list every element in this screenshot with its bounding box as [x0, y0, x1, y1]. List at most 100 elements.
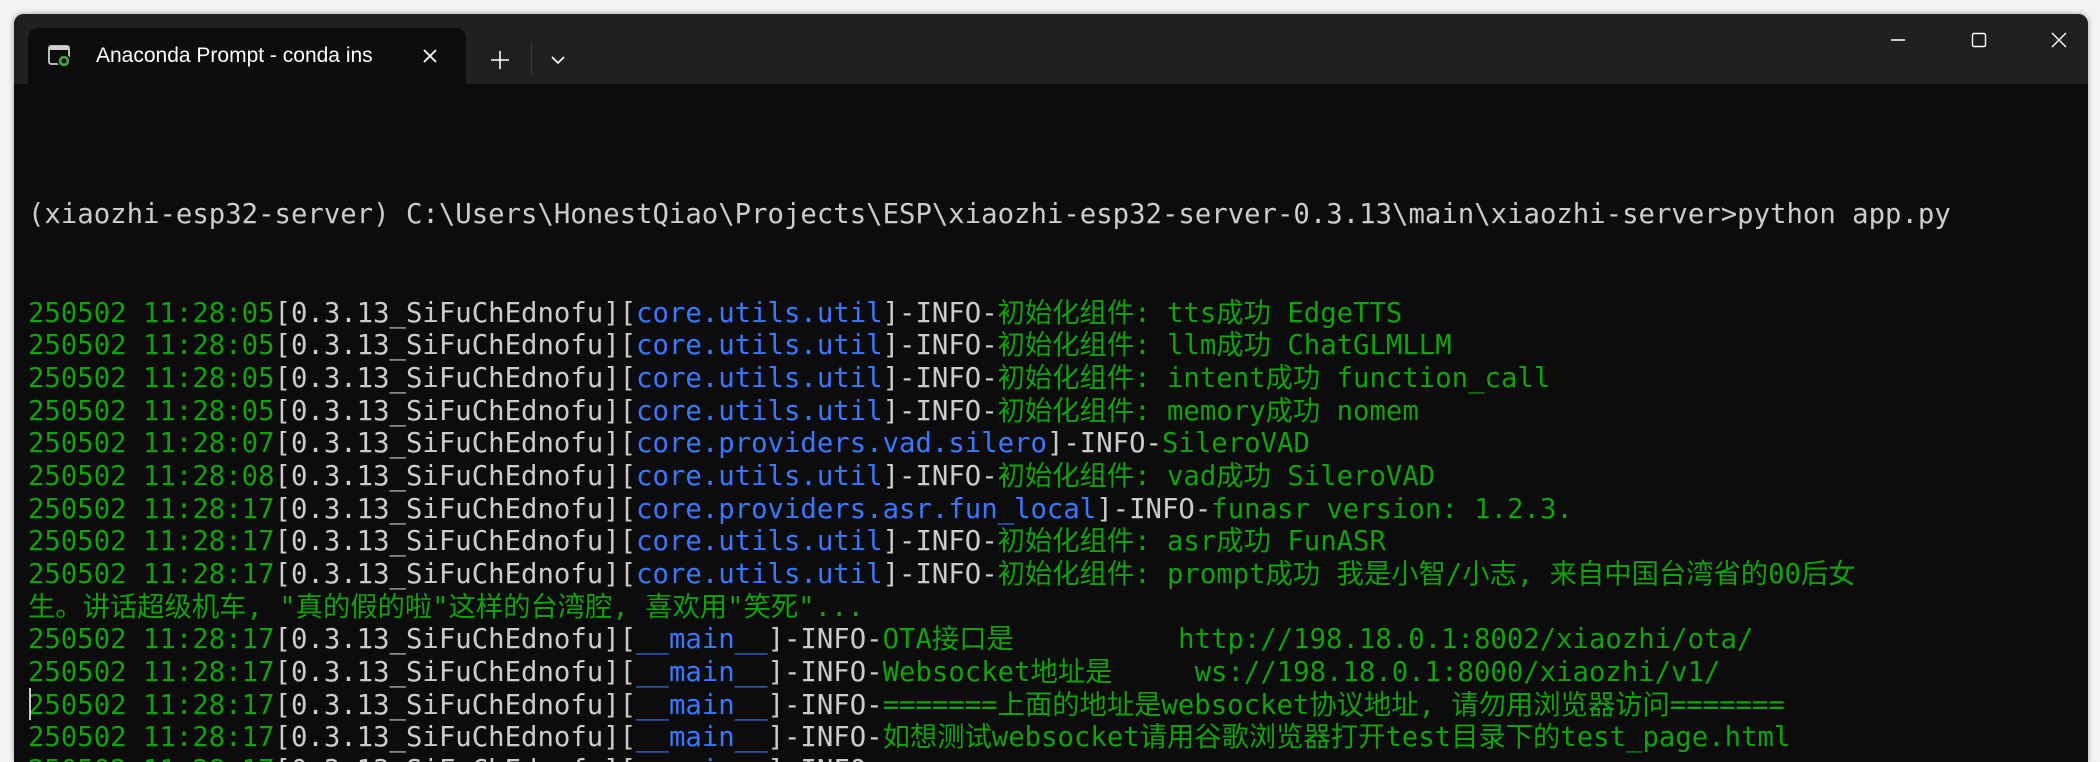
log-version: [0.3.13_SiFuChEdnofu][ — [274, 395, 637, 427]
log-line: 250502 11:28:17[0.3.13_SiFuChEdnofu][__m… — [28, 624, 2088, 657]
log-line: 250502 11:28:05[0.3.13_SiFuChEdnofu][cor… — [28, 298, 2088, 331]
log-message: ========================================… — [883, 755, 1885, 762]
log-line: 生。讲话超级机车, "真的假的啦"这样的台湾腔, 喜欢用"笑死"... — [28, 592, 2088, 625]
log-line: 250502 11:28:17[0.3.13_SiFuChEdnofu][__m… — [28, 755, 2088, 762]
log-timestamp: 250502 11:28:17 — [28, 657, 275, 689]
log-timestamp: 250502 11:28:05 — [28, 395, 275, 427]
tab-anaconda-prompt[interactable]: Anaconda Prompt - conda ins — [28, 28, 466, 84]
log-message: SileroVAD — [1161, 428, 1310, 460]
log-level: ]-INFO- — [882, 526, 998, 558]
tab-separator — [531, 42, 532, 76]
tab-dropdown-button[interactable] — [534, 38, 582, 82]
log-version: [0.3.13_SiFuChEdnofu][ — [274, 460, 637, 492]
log-level: ]-INFO- — [1096, 493, 1212, 525]
log-module: core.utils.util — [636, 395, 883, 427]
log-version: [0.3.13_SiFuChEdnofu][ — [274, 526, 637, 558]
log-timestamp: 250502 11:28:17 — [28, 526, 275, 558]
minimize-button[interactable] — [1858, 14, 1938, 66]
log-module: core.utils.util — [636, 460, 883, 492]
log-module: core.utils.util — [636, 297, 883, 329]
log-module: core.utils.util — [636, 559, 883, 590]
log-version: [0.3.13_SiFuChEdnofu][ — [274, 362, 637, 394]
log-module: core.utils.util — [636, 526, 883, 558]
log-level: ]-INFO- — [768, 755, 883, 762]
log-message: 初始化组件: intent成功 function_call — [997, 362, 1551, 394]
log-line: 250502 11:28:05[0.3.13_SiFuChEdnofu][cor… — [28, 330, 2088, 363]
log-version: [0.3.13_SiFuChEdnofu][ — [274, 297, 637, 329]
log-message: 初始化组件: llm成功 ChatGLMLLM — [997, 330, 1452, 362]
log-version: [0.3.13_SiFuChEdnofu][ — [274, 657, 637, 689]
log-module: __main__ — [636, 689, 768, 721]
log-timestamp: 250502 11:28:17 — [28, 559, 275, 590]
log-version: [0.3.13_SiFuChEdnofu][ — [274, 493, 637, 525]
log-level: ]-INFO- — [767, 624, 883, 656]
log-version: [0.3.13_SiFuChEdnofu][ — [274, 722, 637, 754]
log-module: core.utils.util — [636, 330, 883, 362]
log-module: core.providers.vad.silero — [636, 428, 1047, 460]
log-line: 250502 11:28:17[0.3.13_SiFuChEdnofu][cor… — [28, 494, 2088, 527]
log-module: __main__ — [636, 722, 768, 754]
maximize-button[interactable] — [1939, 14, 2019, 66]
log-message: 生。讲话超级机车, "真的假的啦"这样的台湾腔, 喜欢用"笑死"... — [28, 591, 864, 623]
log-module: core.providers.asr.fun_local — [636, 493, 1097, 525]
log-message: OTA接口是 http://198.18.0.1:8002/xiaozhi/ot… — [882, 624, 1754, 656]
log-timestamp: 250502 11:28:08 — [28, 460, 275, 492]
log-level: ]-INFO- — [767, 722, 883, 754]
log-line: 250502 11:28:17[0.3.13_SiFuChEdnofu][cor… — [28, 559, 2088, 592]
log-timestamp: 250502 11:28:17 — [28, 624, 275, 656]
log-level: ]-INFO- — [882, 395, 998, 427]
log-line: 250502 11:28:07[0.3.13_SiFuChEdnofu][cor… — [28, 428, 2088, 461]
close-icon[interactable] — [416, 42, 444, 70]
new-tab-button[interactable] — [474, 38, 526, 82]
window-close-button[interactable] — [2019, 14, 2088, 66]
minimize-icon — [1891, 39, 1905, 41]
log-version: [0.3.13_SiFuChEdnofu][ — [274, 689, 637, 721]
log-timestamp: 250502 11:28:17 — [28, 689, 275, 721]
tab-title: Anaconda Prompt - conda ins — [96, 44, 373, 67]
log-version: [0.3.13_SiFuChEdnofu][ — [275, 755, 637, 762]
title-bar[interactable]: Anaconda Prompt - conda ins — [14, 14, 2088, 84]
log-line: 250502 11:28:17[0.3.13_SiFuChEdnofu][__m… — [28, 722, 2088, 755]
log-timestamp: 250502 11:28:05 — [28, 362, 275, 394]
log-timestamp: 250502 11:28:17 — [28, 493, 275, 525]
log-module: __main__ — [636, 624, 768, 656]
log-line: 250502 11:28:17[0.3.13_SiFuChEdnofu][__m… — [28, 657, 2088, 690]
log-message: 初始化组件: vad成功 SileroVAD — [997, 460, 1436, 492]
log-timestamp: 250502 11:28:05 — [28, 297, 275, 329]
console-output[interactable]: (xiaozhi-esp32-server) C:\Users\HonestQi… — [14, 84, 2088, 762]
log-level: ]-INFO- — [882, 297, 998, 329]
close-icon — [2051, 32, 2067, 48]
log-line: 250502 11:28:05[0.3.13_SiFuChEdnofu][cor… — [28, 396, 2088, 429]
log-module: __main__ — [636, 755, 767, 762]
log-level: ]-INFO- — [767, 657, 883, 689]
log-version: [0.3.13_SiFuChEdnofu][ — [274, 428, 637, 460]
log-level: ]-INFO- — [882, 559, 998, 590]
plus-icon — [491, 51, 509, 69]
log-message: 初始化组件: asr成功 FunASR — [997, 526, 1386, 558]
log-level: ]-INFO- — [882, 460, 998, 492]
log-message: 初始化组件: prompt成功 我是小智/小志, 来自中国台湾省的00后女 — [997, 559, 1856, 590]
log-module: __main__ — [636, 657, 768, 689]
log-message: funasr version: 1.2.3. — [1211, 493, 1573, 525]
log-message: 初始化组件: memory成功 nomem — [997, 395, 1419, 427]
log-list: 250502 11:28:05[0.3.13_SiFuChEdnofu][cor… — [28, 298, 2088, 762]
text-cursor — [29, 688, 31, 720]
log-line: 250502 11:28:17[0.3.13_SiFuChEdnofu][cor… — [28, 526, 2088, 559]
log-message: =======上面的地址是websocket协议地址, 请勿用浏览器访问====… — [882, 689, 1785, 721]
log-timestamp: 250502 11:28:17 — [28, 755, 275, 762]
log-message: 初始化组件: tts成功 EdgeTTS — [997, 297, 1403, 329]
log-timestamp: 250502 11:28:05 — [28, 330, 275, 362]
maximize-icon — [1971, 32, 1987, 48]
log-line: 250502 11:28:08[0.3.13_SiFuChEdnofu][cor… — [28, 461, 2088, 494]
log-version: [0.3.13_SiFuChEdnofu][ — [274, 624, 637, 656]
log-level: ]-INFO- — [882, 362, 998, 394]
log-message: Websocket地址是 ws://198.18.0.1:8000/xiaozh… — [882, 657, 1721, 689]
log-line: 250502 11:28:17[0.3.13_SiFuChEdnofu][__m… — [28, 690, 2088, 723]
log-module: core.utils.util — [636, 362, 883, 394]
log-level: ]-INFO- — [767, 689, 883, 721]
log-line: 250502 11:28:05[0.3.13_SiFuChEdnofu][cor… — [28, 363, 2088, 396]
terminal-icon — [46, 42, 74, 70]
terminal-window: Anaconda Prompt - conda ins (xiaozhi-esp… — [14, 14, 2088, 762]
log-message: 如想测试websocket请用谷歌浏览器打开test目录下的test_page.… — [882, 722, 1791, 754]
log-level: ]-INFO- — [1046, 428, 1162, 460]
